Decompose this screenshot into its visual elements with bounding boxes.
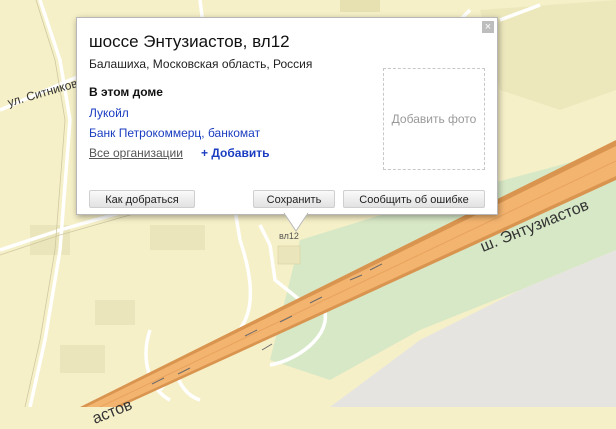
building (150, 225, 205, 250)
close-icon[interactable]: × (482, 21, 494, 33)
place-title: шоссе Энтузиастов, вл12 (89, 32, 290, 51)
add-organization-link[interactable]: + Добавить (201, 146, 269, 160)
organization-link[interactable]: Банк Петрокоммерц, банкомат (89, 126, 260, 140)
house-building (277, 245, 301, 265)
balloon-pointer (284, 213, 308, 232)
route-button[interactable]: Как добраться (89, 190, 195, 208)
place-balloon: × шоссе Энтузиастов, вл12 Балашиха, Моск… (76, 17, 498, 215)
save-button[interactable]: Сохранить (253, 190, 335, 208)
building (95, 300, 135, 325)
building (60, 345, 105, 373)
organization-link[interactable]: Лукойл (89, 106, 129, 120)
add-photo-label: Добавить фото (391, 112, 477, 126)
report-error-button[interactable]: Сообщить об ошибке (343, 190, 485, 208)
building (340, 0, 380, 12)
add-photo-box[interactable]: Добавить фото (383, 68, 485, 170)
house-section-heading: В этом доме (89, 85, 163, 99)
place-subtitle: Балашиха, Московская область, Россия (89, 57, 313, 71)
all-organizations-link[interactable]: Все организации (89, 146, 183, 160)
